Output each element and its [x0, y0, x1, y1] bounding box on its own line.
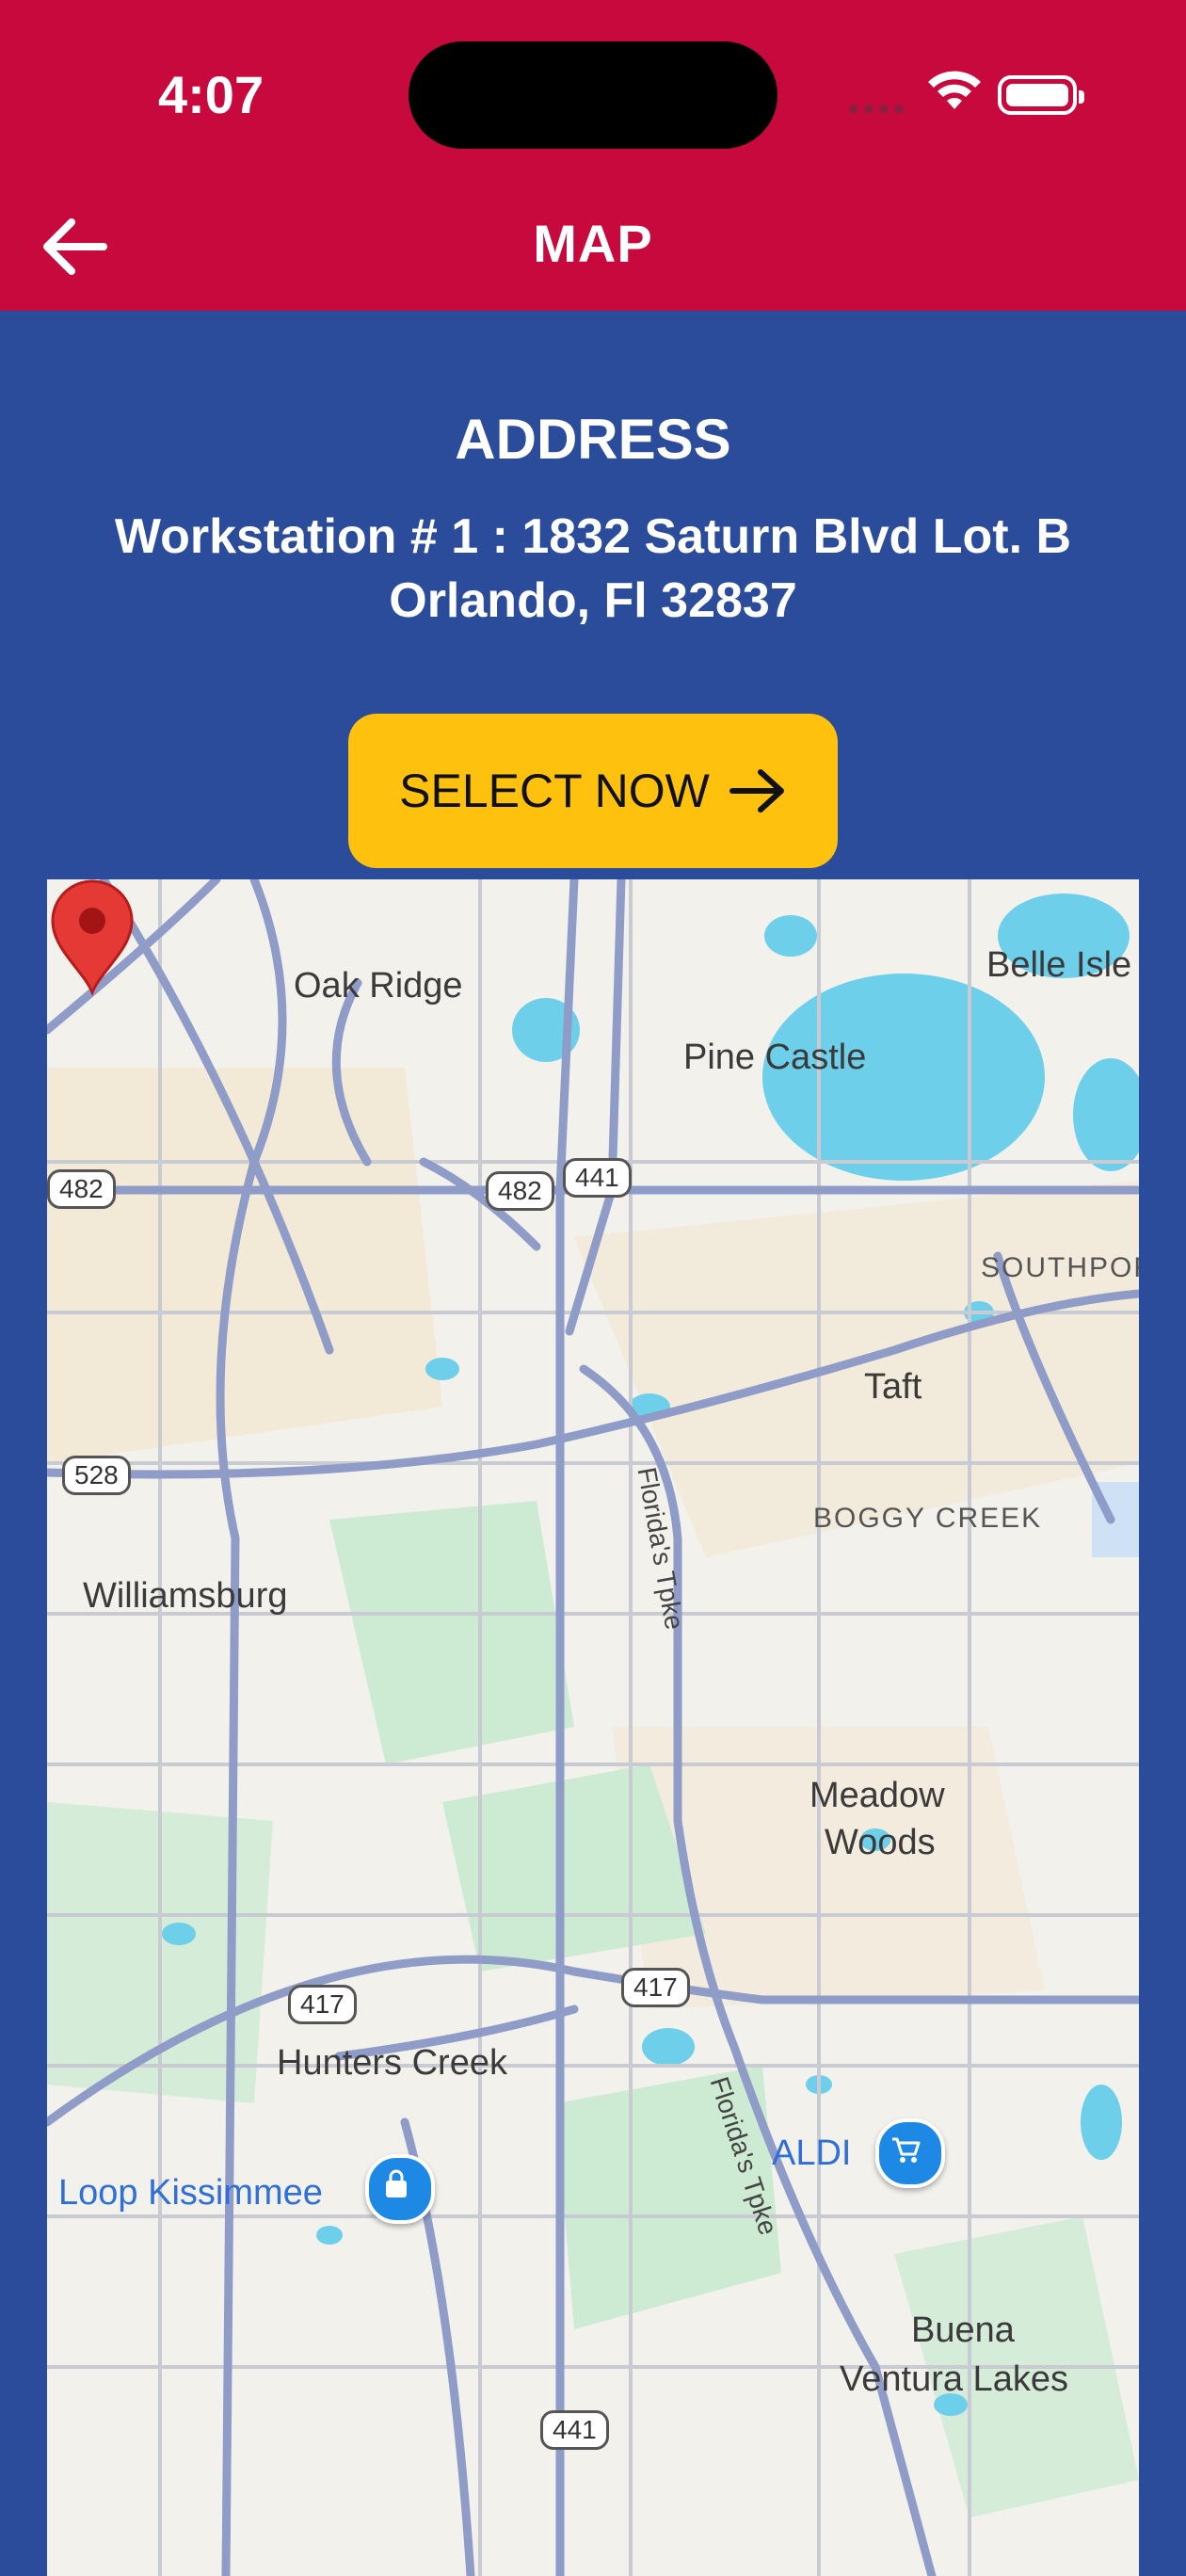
wifi-icon [926, 68, 983, 116]
shopping-cart-icon[interactable] [875, 2118, 945, 2188]
page-title: MAP [533, 214, 653, 273]
place-label-hunters-creek: Hunters Creek [277, 2043, 507, 2083]
road-shield-441-north: 441 [563, 1158, 632, 1198]
cellular-signal-icon [849, 102, 909, 119]
address-line-2: Orlando, Fl 32837 [389, 573, 797, 628]
place-label-buena-line1: Buena [911, 2310, 1015, 2350]
place-label-meadow-woods-line1: Meadow [809, 1776, 945, 1815]
status-time: 4:07 [158, 65, 264, 124]
road-shield-417-west: 417 [288, 1985, 357, 2024]
shopping-bag-icon[interactable] [365, 2154, 435, 2224]
select-now-button[interactable]: SELECT NOW [348, 714, 838, 868]
place-label-taft: Taft [864, 1367, 922, 1407]
road-shield-482-west: 482 [47, 1169, 116, 1209]
address-line-1: Workstation # 1 : 1832 Saturn Blvd Lot. … [114, 509, 1072, 564]
select-now-label: SELECT NOW [399, 765, 710, 817]
place-label-southport: SOUTHPOR [981, 1252, 1139, 1283]
map-view[interactable]: Oak Ridge Pine Castle Belle Isle SOUTHPO… [47, 879, 1139, 2576]
road-shield-417-east: 417 [621, 1968, 690, 2007]
app-header: 4:07 MAP [0, 0, 1186, 311]
arrow-right-icon [729, 769, 784, 813]
poi-label-loop-kissimmee[interactable]: Loop Kissimmee [58, 2173, 323, 2214]
place-label-belle-isle: Belle Isle [986, 945, 1132, 985]
road-shield-482: 482 [486, 1171, 554, 1211]
road-shield-441-south: 441 [540, 2410, 609, 2450]
place-label-buena-line2: Ventura Lakes [840, 2359, 1068, 2399]
road-shield-528: 528 [62, 1456, 131, 1495]
place-label-boggy-creek: BOGGY CREEK [813, 1503, 1043, 1534]
dynamic-island [409, 41, 777, 149]
place-label-meadow-woods-line2: Woods [825, 1823, 936, 1862]
place-label-williamsburg: Williamsburg [83, 1576, 288, 1616]
battery-icon [998, 75, 1084, 115]
location-pin-icon[interactable] [47, 879, 137, 996]
poi-label-aldi[interactable]: ALDI [772, 2133, 851, 2174]
place-label-oak-ridge: Oak Ridge [294, 966, 463, 1006]
address-heading: ADDRESS [455, 408, 731, 471]
place-label-pine-castle: Pine Castle [683, 1038, 867, 1077]
